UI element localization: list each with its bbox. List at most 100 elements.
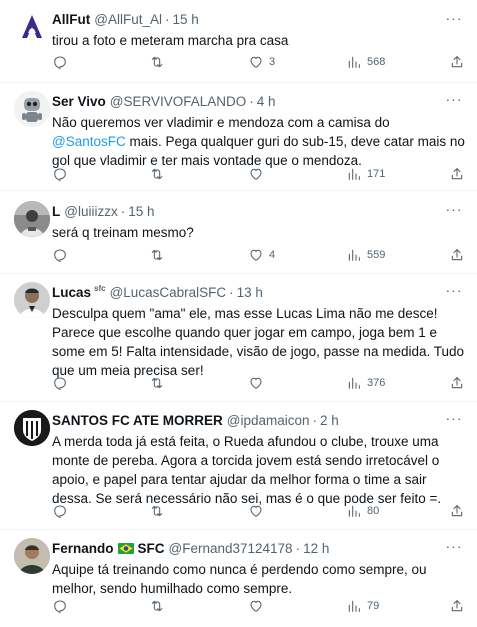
- more-icon[interactable]: ···: [445, 202, 463, 221]
- views-button[interactable]: 568: [346, 53, 385, 71]
- avatar[interactable]: [14, 201, 50, 237]
- avatar[interactable]: [14, 282, 50, 318]
- user-photo-icon: [14, 282, 50, 318]
- retweet-button[interactable]: [149, 374, 170, 392]
- share-button[interactable]: [449, 165, 465, 183]
- views-icon: [346, 54, 362, 70]
- more-icon[interactable]: ···: [445, 539, 463, 558]
- tweet-text: será q treinam mesmo?: [52, 225, 194, 240]
- author-name[interactable]: Ser Vivo: [52, 94, 106, 109]
- views-icon: [346, 247, 362, 263]
- more-icon[interactable]: ···: [445, 411, 463, 430]
- author-name[interactable]: L: [52, 204, 60, 219]
- reply-button[interactable]: [52, 597, 73, 615]
- name-tag: sfc: [94, 283, 106, 293]
- views-button[interactable]: 80: [346, 502, 379, 520]
- more-icon[interactable]: ···: [445, 11, 463, 30]
- share-button[interactable]: [449, 597, 465, 615]
- tweet-ser-vivo[interactable]: Ser Vivo @SERVIVOFALANDO · 4 h Não quere…: [0, 83, 477, 191]
- user-photo-icon: [14, 538, 50, 574]
- like-button[interactable]: [248, 374, 269, 392]
- share-icon: [449, 503, 465, 519]
- tweet-santos-fc-ate-morrer[interactable]: SANTOS FC ATE MORRER @ipdamaicon · 2 h A…: [0, 402, 477, 530]
- brazil-flag-icon: [117, 542, 134, 554]
- retweet-icon: [149, 166, 165, 182]
- action-bar: 4 559: [52, 246, 463, 264]
- timestamp[interactable]: 4 h: [257, 94, 276, 109]
- like-button[interactable]: [248, 502, 269, 520]
- retweet-button[interactable]: [149, 53, 170, 71]
- views-icon: [346, 598, 362, 614]
- retweet-button[interactable]: [149, 246, 170, 264]
- timestamp[interactable]: 12 h: [303, 541, 329, 556]
- share-icon: [449, 54, 465, 70]
- retweet-icon: [149, 598, 165, 614]
- separator: ·: [120, 203, 126, 219]
- reply-button[interactable]: [52, 53, 73, 71]
- view-count: 79: [367, 600, 380, 612]
- retweet-button[interactable]: [149, 597, 170, 615]
- tweet-allfut[interactable]: AllFut @AllFut_Al · 15 h tirou a foto e …: [0, 0, 477, 83]
- share-button[interactable]: [449, 246, 465, 264]
- tweet-fernando[interactable]: Fernando SFC @Fernand37124178 · 12 h Aqu…: [0, 530, 477, 627]
- reply-icon: [52, 598, 68, 614]
- reply-icon: [52, 247, 68, 263]
- retweet-button[interactable]: [149, 502, 170, 520]
- timestamp[interactable]: 2 h: [320, 413, 339, 428]
- retweet-icon: [149, 503, 165, 519]
- view-count: 171: [367, 168, 386, 180]
- author-handle[interactable]: @ipdamaicon: [227, 413, 310, 428]
- reply-button[interactable]: [52, 374, 73, 392]
- like-button[interactable]: 3: [248, 53, 275, 71]
- tweet-text-part: Não queremos ver vladimir e mendoza com …: [52, 115, 390, 130]
- more-icon[interactable]: ···: [445, 283, 463, 302]
- mention-link[interactable]: @SantosFC: [52, 134, 126, 149]
- reply-icon: [52, 166, 68, 182]
- action-bar: 80: [52, 502, 463, 520]
- author-handle[interactable]: @SERVIVOFALANDO: [110, 94, 247, 109]
- author-name[interactable]: SANTOS FC ATE MORRER: [52, 413, 223, 428]
- author-name-suffix[interactable]: SFC: [138, 541, 165, 556]
- retweet-button[interactable]: [149, 165, 170, 183]
- tweet-l[interactable]: L @luiiizzx · 15 h será q treinam mesmo?…: [0, 191, 477, 274]
- heart-icon: [248, 54, 264, 70]
- reply-button[interactable]: [52, 246, 73, 264]
- avatar[interactable]: [14, 91, 50, 127]
- separator: ·: [249, 93, 254, 109]
- tweet-lucas[interactable]: Lucas sfc @LucasCabralSFC · 13 h Desculp…: [0, 274, 477, 402]
- like-button[interactable]: [248, 165, 269, 183]
- share-button[interactable]: [449, 374, 465, 392]
- author-name[interactable]: Fernando: [52, 541, 114, 556]
- views-button[interactable]: 376: [346, 374, 385, 392]
- allfut-logo-icon: [14, 10, 50, 46]
- views-button[interactable]: 559: [346, 246, 385, 264]
- avatar[interactable]: [14, 10, 50, 46]
- like-button[interactable]: 4: [248, 246, 275, 264]
- like-count: 3: [269, 56, 276, 68]
- views-button[interactable]: 171: [346, 165, 385, 183]
- timestamp[interactable]: 15 h: [172, 12, 198, 27]
- separator: ·: [229, 284, 234, 300]
- reply-button[interactable]: [52, 165, 73, 183]
- reply-icon: [52, 503, 68, 519]
- like-button[interactable]: [248, 597, 269, 615]
- author-name[interactable]: Lucas: [52, 285, 91, 300]
- timestamp[interactable]: 15 h: [128, 204, 154, 219]
- views-icon: [346, 503, 362, 519]
- reply-button[interactable]: [52, 502, 73, 520]
- timestamp[interactable]: 13 h: [237, 285, 263, 300]
- share-button[interactable]: [449, 502, 465, 520]
- view-count: 559: [367, 249, 386, 261]
- author-name[interactable]: AllFut: [52, 12, 90, 27]
- views-button[interactable]: 79: [346, 597, 379, 615]
- author-handle[interactable]: @Fernand37124178: [169, 541, 293, 556]
- share-button[interactable]: [449, 53, 465, 71]
- avatar[interactable]: [14, 538, 50, 574]
- author-handle[interactable]: @luiiizzx: [64, 204, 117, 219]
- author-handle[interactable]: @LucasCabralSFC: [110, 285, 227, 300]
- author-handle[interactable]: @AllFut_Al: [94, 12, 162, 27]
- avatar[interactable]: [14, 410, 50, 446]
- more-icon[interactable]: ···: [445, 92, 463, 111]
- views-icon: [346, 166, 362, 182]
- action-bar: 171: [52, 165, 463, 183]
